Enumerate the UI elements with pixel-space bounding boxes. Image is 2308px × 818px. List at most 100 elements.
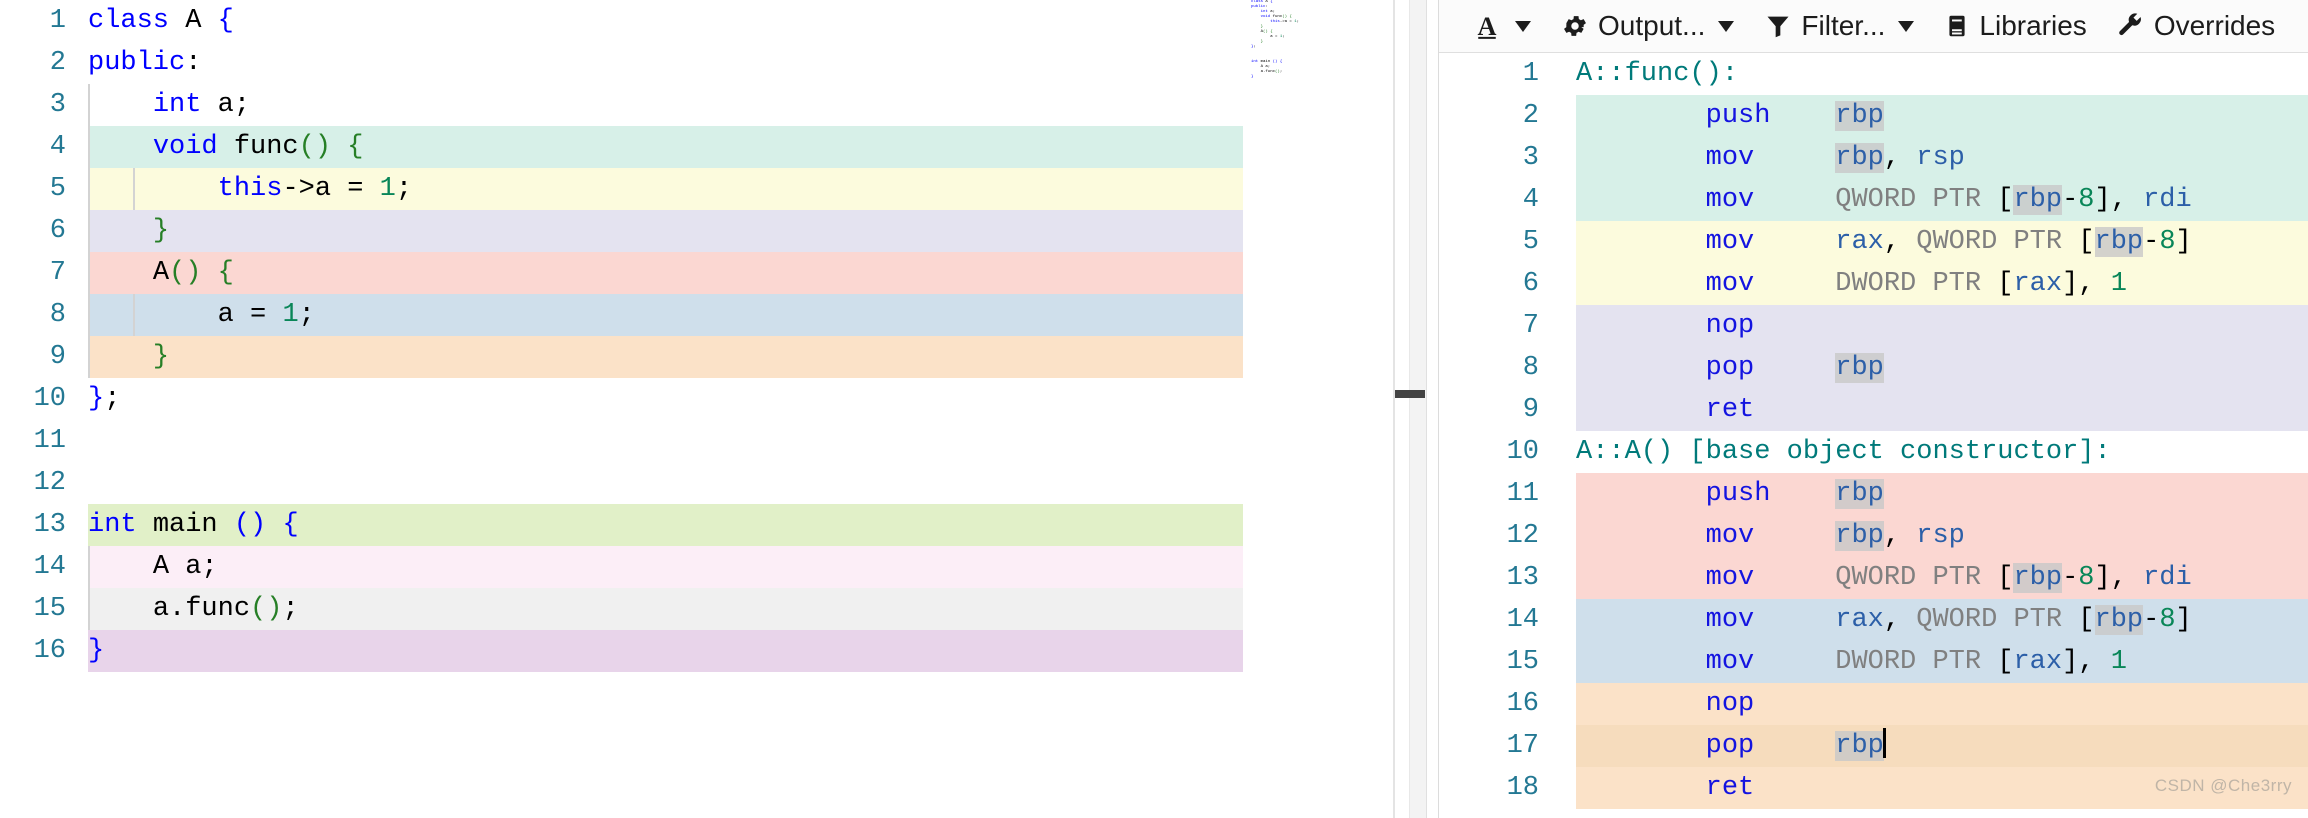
assembly-mnemonic: nop	[1705, 689, 1755, 719]
toolbar-button-font-size[interactable]: A	[1457, 8, 1546, 44]
source-editor-pane[interactable]: 1 class A {2 public: 3 int a; 4 void func() …	[0, 0, 1393, 818]
assembly-mnemonic: mov	[1705, 227, 1755, 257]
asm-register: rbp	[2094, 605, 2144, 635]
toolbar-button-output[interactable]: Output...	[1546, 7, 1749, 45]
asm-register: rbp	[1835, 143, 1884, 173]
source-line-number: 1	[49, 6, 66, 36]
source-line-number: 3	[49, 90, 66, 120]
assembly-line[interactable]: 3 mov rbp, rsp	[1439, 137, 2308, 179]
asm-register: rax	[2013, 269, 2063, 299]
source-line[interactable]: 13 int main () {	[0, 504, 1393, 546]
source-line-text: }	[88, 636, 105, 666]
assembly-instruction: mov rbp, rsp	[1705, 521, 1965, 551]
source-line[interactable]: 11	[0, 420, 1393, 462]
assembly-line[interactable]: 5 mov rax, QWORD PTR [rbp-8]	[1439, 221, 2308, 263]
assembly-label: A::func():	[1576, 59, 1739, 89]
source-line[interactable]: 7 A() {	[0, 252, 1393, 294]
source-line-highlight	[88, 546, 1243, 588]
assembly-line-number: 11	[1506, 479, 1539, 509]
assembly-line-number: 5	[1522, 227, 1539, 257]
asm-register: rbp	[2013, 563, 2063, 593]
source-line-text: void func() {	[152, 132, 364, 162]
source-line[interactable]: 3 int a;	[0, 84, 1393, 126]
assembly-mnemonic: mov	[1705, 605, 1755, 635]
asm-register: rax	[1835, 605, 1884, 635]
source-line[interactable]: 5 this->a = 1;	[0, 168, 1393, 210]
source-line-number: 6	[49, 216, 66, 246]
assembly-mnemonic: mov	[1705, 647, 1755, 677]
assembly-line-number: 12	[1506, 521, 1539, 551]
source-line[interactable]: 4 void func() {	[0, 126, 1393, 168]
source-line-text: }	[152, 342, 170, 372]
assembly-line-number: 4	[1522, 185, 1539, 215]
source-line[interactable]: 8 a = 1;	[0, 294, 1393, 336]
assembly-line[interactable]: 12 mov rbp, rsp	[1439, 515, 2308, 557]
source-line[interactable]: 2 public:	[0, 42, 1393, 84]
assembly-mnemonic: mov	[1705, 563, 1755, 593]
asm-register: rbp	[1835, 521, 1884, 551]
assembly-line[interactable]: 15 mov DWORD PTR [rax], 1	[1439, 641, 2308, 683]
assembly-line[interactable]: 9 ret	[1439, 389, 2308, 431]
source-line-number: 11	[33, 426, 66, 456]
source-line-text: A() {	[152, 258, 234, 288]
assembly-line[interactable]: 10 A::A() [base object constructor]:	[1439, 431, 2308, 473]
source-code-area[interactable]: 1 class A {2 public: 3 int a; 4 void func() …	[0, 0, 1393, 818]
splitter-drag-handle[interactable]	[1395, 390, 1425, 398]
source-line-number: 5	[49, 174, 66, 204]
assembly-line[interactable]: 11 push rbp	[1439, 473, 2308, 515]
assembly-instruction: ret	[1576, 389, 1835, 431]
toolbar-button-libraries[interactable]: Libraries	[1929, 7, 2101, 45]
assembly-mnemonic: nop	[1705, 311, 1755, 341]
assembly-line[interactable]: 8 pop rbp	[1439, 347, 2308, 389]
assembly-line[interactable]: 4 mov QWORD PTR [rbp-8], rdi	[1439, 179, 2308, 221]
assembly-instruction: mov DWORD PTR [rax], 1	[1705, 269, 2127, 299]
source-line-highlight	[88, 336, 1243, 378]
source-line[interactable]: 14 A a;	[0, 546, 1393, 588]
editor-minimap[interactable]: class A {public: int a; void func() { th…	[1249, 0, 1335, 818]
assembly-line[interactable]: 13 mov QWORD PTR [rbp-8], rdi	[1439, 557, 2308, 599]
assembly-line[interactable]: 17 pop rbp	[1439, 725, 2308, 767]
asm-register: rdi	[2143, 185, 2192, 215]
assembly-instruction: mov rbp, rsp	[1705, 143, 1965, 173]
wrench-icon	[2117, 12, 2145, 40]
source-line[interactable]: 10};	[0, 378, 1393, 420]
source-line-number: 12	[33, 468, 66, 498]
assembly-line[interactable]: 1 A::func():	[1439, 53, 2308, 95]
gear-icon	[1561, 12, 1589, 40]
source-line[interactable]: 16}	[0, 630, 1393, 672]
assembly-toolbar[interactable]: A Output... Filter... Libraries Overrides	[1439, 0, 2308, 53]
assembly-instruction: mov rax, QWORD PTR [rbp-8]	[1705, 227, 2192, 257]
assembly-mnemonic: pop	[1705, 353, 1755, 383]
source-line-number: 15	[33, 594, 66, 624]
assembly-line[interactable]: 7 nop	[1439, 305, 2308, 347]
source-line[interactable]: 6 }	[0, 210, 1393, 252]
source-line[interactable]: 9 }	[0, 336, 1393, 378]
source-line[interactable]: 1 class A {	[0, 0, 1393, 42]
asm-register: rbp	[1835, 479, 1884, 509]
assembly-line-number: 7	[1522, 311, 1539, 341]
assembly-line[interactable]: 2 push rbp	[1439, 95, 2308, 137]
assembly-line[interactable]: 14 mov rax, QWORD PTR [rbp-8]	[1439, 599, 2308, 641]
assembly-line[interactable]: 6 mov DWORD PTR [rax], 1	[1439, 263, 2308, 305]
toolbar-button-filter[interactable]: Filter...	[1749, 7, 1929, 45]
assembly-line-number: 18	[1506, 773, 1539, 803]
source-line[interactable]: 15 a.func();	[0, 588, 1393, 630]
assembly-code-area[interactable]: 1 A::func(): 2 push rbp 3 mov rbp, rsp 4 mov…	[1439, 53, 2308, 818]
compiler-explorer-app: 1 class A {2 public: 3 int a; 4 void func() …	[0, 0, 2308, 818]
assembly-mnemonic: mov	[1705, 269, 1755, 299]
letter-a-icon: A	[1472, 11, 1502, 41]
source-vertical-scrollbar[interactable]	[1375, 0, 1393, 818]
pane-splitter[interactable]	[1393, 0, 1438, 818]
assembly-mnemonic: mov	[1705, 185, 1755, 215]
watermark: CSDN @Che3rry	[2154, 776, 2292, 795]
source-line[interactable]: 12	[0, 462, 1393, 504]
splitter-track	[1409, 0, 1427, 818]
chevron-down-icon	[1515, 20, 1531, 32]
assembly-output-pane[interactable]: A Output... Filter... Libraries Overrides 1 A…	[1438, 0, 2308, 818]
source-line-text: }	[152, 216, 170, 246]
book-icon	[1944, 12, 1970, 40]
toolbar-button-overrides[interactable]: Overrides	[2102, 7, 2290, 45]
assembly-line[interactable]: 16 nop	[1439, 683, 2308, 725]
source-line-number: 7	[49, 258, 66, 288]
source-line-text: this->a = 1;	[217, 174, 413, 204]
